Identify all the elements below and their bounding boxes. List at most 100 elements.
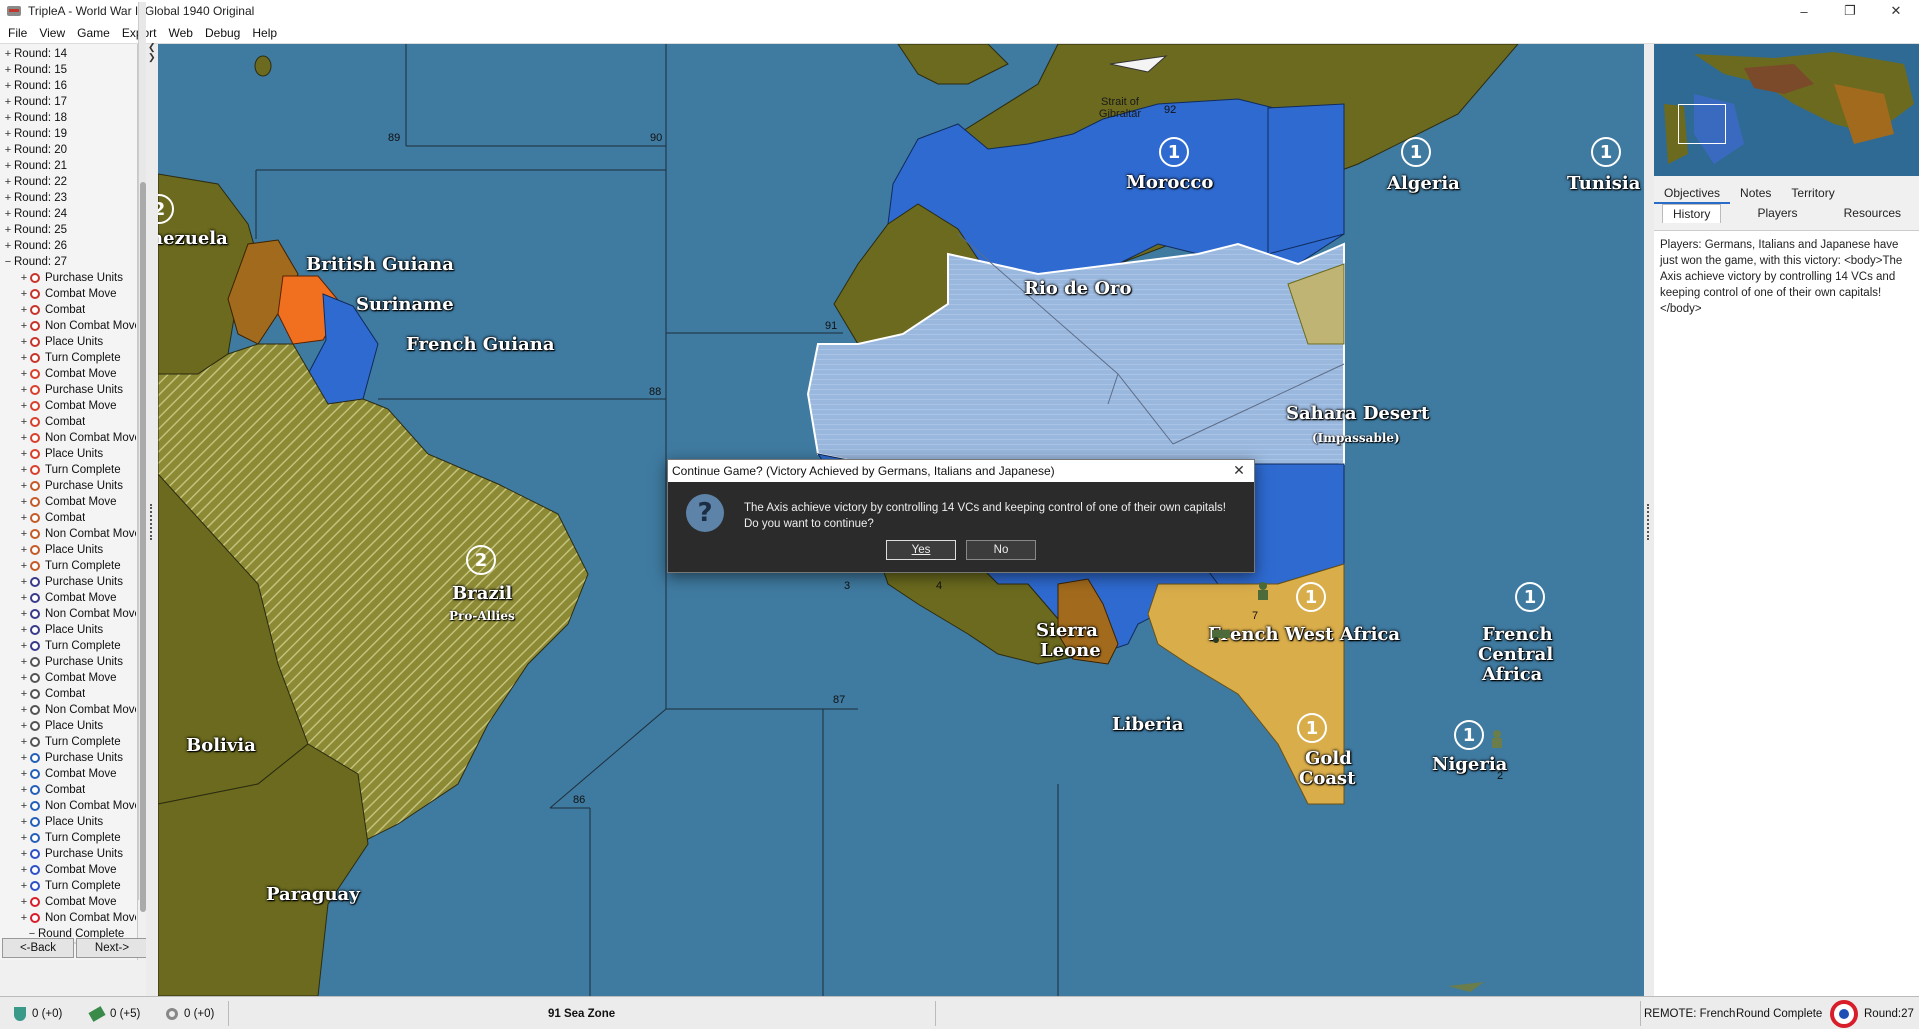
expand-icon[interactable]: + (2, 46, 14, 62)
expand-icon[interactable]: + (18, 670, 30, 686)
expand-icon[interactable]: + (18, 302, 30, 318)
tab-objectives[interactable]: Objectives (1654, 184, 1731, 204)
expand-icon[interactable]: + (18, 638, 30, 654)
menu-game[interactable]: Game (71, 26, 116, 40)
back-button[interactable]: <-Back (2, 938, 74, 958)
expand-icon[interactable]: + (2, 142, 14, 158)
expand-icon[interactable]: + (2, 174, 14, 190)
expand-icon[interactable]: + (18, 430, 30, 446)
expand-icon[interactable]: + (18, 910, 30, 926)
tree-row[interactable]: + Non Combat Move (0, 526, 136, 542)
territory-french-central-africa-line2[interactable]: Central (1478, 646, 1553, 664)
tree-row[interactable]: + Purchase Units (0, 846, 136, 862)
menu-web[interactable]: Web (163, 26, 199, 40)
menu-file[interactable]: File (2, 26, 33, 40)
tree-row[interactable]: + Place Units (0, 446, 136, 462)
tree-row[interactable]: + Non Combat Move (0, 702, 136, 718)
minimize-button[interactable]: – (1781, 0, 1827, 22)
territory-liberia[interactable]: Liberia (1112, 716, 1184, 734)
right-splitter[interactable] (1644, 44, 1654, 996)
territory-french-guiana[interactable]: French Guiana (406, 336, 555, 354)
expand-icon[interactable]: + (18, 590, 30, 606)
expand-icon[interactable]: + (18, 862, 30, 878)
tree-row[interactable]: + Non Combat Move (0, 430, 136, 446)
expand-icon[interactable]: + (18, 606, 30, 622)
tree-row[interactable]: + Combat Move (0, 286, 136, 302)
tree-row[interactable]: + Round: 22 (0, 174, 136, 190)
territory-brazil[interactable]: Brazil (452, 585, 512, 603)
expand-icon[interactable]: + (18, 894, 30, 910)
tree-row[interactable]: + Purchase Units (0, 750, 136, 766)
menu-view[interactable]: View (33, 26, 71, 40)
maximize-button[interactable]: ❐ (1827, 0, 1873, 22)
territory-morocco[interactable]: Morocco (1126, 174, 1213, 192)
territory-french-central-africa-line3[interactable]: Africa (1482, 666, 1542, 684)
tree-row[interactable]: + Combat Move (0, 590, 136, 606)
tree-row[interactable]: + Turn Complete (0, 734, 136, 750)
expand-icon[interactable]: + (18, 398, 30, 414)
territory-venezuela[interactable]: nezuela (158, 230, 228, 248)
territory-algeria[interactable]: Algeria (1387, 175, 1460, 193)
expand-icon[interactable]: + (2, 110, 14, 126)
tree-row[interactable]: + Place Units (0, 814, 136, 830)
tree-row[interactable]: + Combat Move (0, 670, 136, 686)
history-scrollbar[interactable] (138, 2, 146, 912)
expand-icon[interactable]: + (2, 190, 14, 206)
expand-icon[interactable]: + (18, 574, 30, 590)
expand-icon[interactable]: + (2, 126, 14, 142)
tree-row[interactable]: + Round: 14 (0, 46, 136, 62)
expand-icon[interactable]: + (18, 558, 30, 574)
expand-icon[interactable]: + (18, 782, 30, 798)
tab-territory[interactable]: Territory (1781, 184, 1844, 204)
yes-button[interactable]: Yes (886, 540, 956, 560)
territory-tunisia[interactable]: Tunisia (1567, 175, 1640, 193)
tree-row[interactable]: + Combat Move (0, 766, 136, 782)
tree-row[interactable]: + Round: 25 (0, 222, 136, 238)
expand-icon[interactable]: + (18, 334, 30, 350)
tree-row[interactable]: + Combat Move (0, 894, 136, 910)
tree-row[interactable]: + Turn Complete (0, 638, 136, 654)
tab-history[interactable]: History (1662, 204, 1722, 223)
tree-row[interactable]: + Place Units (0, 622, 136, 638)
tree-row[interactable]: − Round: 27 (0, 254, 136, 270)
tree-row[interactable]: + Turn Complete (0, 462, 136, 478)
tree-row[interactable]: + Combat Move (0, 398, 136, 414)
menu-help[interactable]: Help (246, 26, 283, 40)
tree-row[interactable]: + Round: 24 (0, 206, 136, 222)
tree-row[interactable]: + Non Combat Move (0, 910, 136, 926)
tree-row[interactable]: + Turn Complete (0, 878, 136, 894)
left-splitter[interactable]: ❮ ❯ (146, 42, 158, 996)
tree-row[interactable]: + Combat (0, 302, 136, 318)
tree-row[interactable]: + Purchase Units (0, 654, 136, 670)
expand-icon[interactable]: + (2, 222, 14, 238)
tree-row[interactable]: + Round: 15 (0, 62, 136, 78)
tree-row[interactable]: + Place Units (0, 718, 136, 734)
infantry-unit-icon-uk[interactable] (1484, 728, 1510, 752)
territory-british-guiana[interactable]: British Guiana (306, 256, 454, 274)
expand-icon[interactable]: + (18, 366, 30, 382)
expand-icon[interactable]: + (18, 542, 30, 558)
expand-icon[interactable]: + (18, 350, 30, 366)
expand-icon[interactable]: + (18, 494, 30, 510)
no-button[interactable]: No (966, 540, 1036, 560)
aircraft-unit-icon[interactable] (1108, 46, 1168, 82)
expand-icon[interactable]: + (18, 846, 30, 862)
expand-icon[interactable]: + (18, 878, 30, 894)
expand-icon[interactable]: + (18, 510, 30, 526)
tree-row[interactable]: + Round: 18 (0, 110, 136, 126)
tree-row[interactable]: + Round: 19 (0, 126, 136, 142)
expand-icon[interactable]: + (18, 654, 30, 670)
tree-row[interactable]: + Purchase Units (0, 382, 136, 398)
expand-icon[interactable]: + (18, 686, 30, 702)
tree-row[interactable]: + Round: 16 (0, 78, 136, 94)
tab-resources[interactable]: Resources (1834, 204, 1911, 223)
tab-notes[interactable]: Notes (1730, 184, 1781, 204)
territory-gold-coast-line1[interactable]: Gold (1305, 750, 1352, 768)
infantry-unit-icon[interactable] (1250, 580, 1276, 604)
territory-paraguay[interactable]: Paraguay (266, 886, 360, 904)
expand-icon[interactable]: + (18, 798, 30, 814)
tree-row[interactable]: + Turn Complete (0, 830, 136, 846)
tree-row[interactable]: + Combat (0, 510, 136, 526)
tree-row[interactable]: + Combat (0, 686, 136, 702)
splitter-grip-icon[interactable] (150, 504, 153, 540)
